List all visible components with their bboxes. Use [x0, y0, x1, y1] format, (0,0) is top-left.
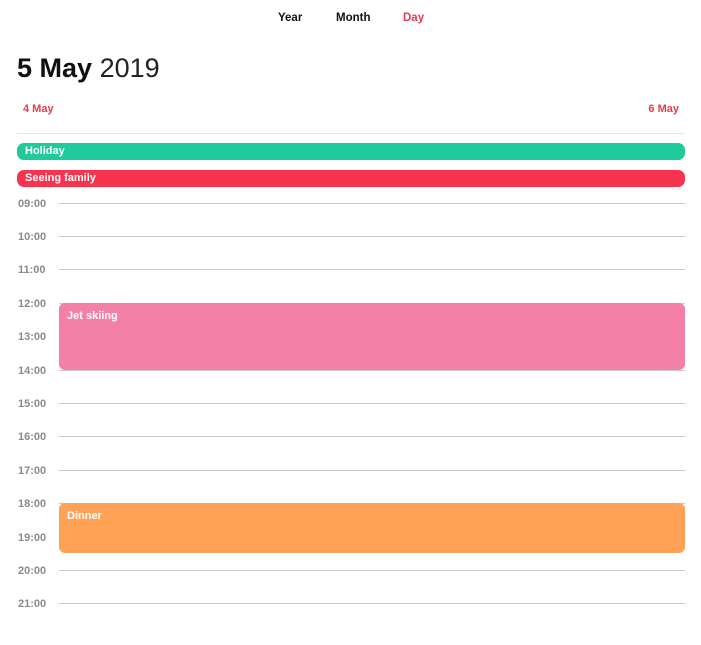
- hour-label: 16:00: [18, 431, 47, 443]
- title-day-month: 5 May: [17, 53, 93, 83]
- tab-year[interactable]: Year: [278, 12, 302, 24]
- hour-label: 11:00: [18, 264, 46, 276]
- hour-label: 12:00: [18, 298, 47, 310]
- all-day-event-holiday[interactable]: Holiday: [17, 143, 685, 160]
- next-day-link[interactable]: 6 May: [648, 103, 679, 115]
- event-title: Dinner: [67, 510, 102, 522]
- all-day-event-seeing-family[interactable]: Seeing family: [17, 170, 685, 187]
- hour-label: 19:00: [18, 532, 47, 544]
- tab-day[interactable]: Day: [403, 12, 424, 24]
- hour-line: [59, 236, 685, 237]
- tab-month[interactable]: Month: [336, 12, 370, 24]
- hour-line: [59, 436, 685, 437]
- event-dinner[interactable]: Dinner: [59, 503, 685, 553]
- hour-line: [59, 603, 685, 604]
- hour-label: 18:00: [18, 498, 47, 510]
- hour-line: [59, 370, 685, 371]
- hour-label: 21:00: [18, 598, 47, 610]
- hour-label: 14:00: [18, 365, 47, 377]
- page-title: 5 May 2019: [17, 52, 160, 84]
- previous-day-link[interactable]: 4 May: [23, 103, 54, 115]
- hour-label: 15:00: [18, 398, 47, 410]
- view-tabs: Year Month Day: [0, 12, 701, 30]
- event-jet-skiing[interactable]: Jet skiing: [59, 303, 685, 370]
- title-year: 2019: [99, 53, 160, 83]
- hour-label: 17:00: [18, 465, 47, 477]
- hour-line: [59, 570, 685, 571]
- hour-label: 09:00: [18, 198, 47, 210]
- event-title: Jet skiing: [67, 310, 118, 322]
- header-divider: [17, 133, 685, 134]
- hour-label: 13:00: [18, 331, 47, 343]
- hour-label: 10:00: [18, 231, 47, 243]
- hour-line: [59, 470, 685, 471]
- hour-line: [59, 403, 685, 404]
- hour-line: [59, 269, 685, 270]
- hour-label: 20:00: [18, 565, 47, 577]
- hour-line: [59, 203, 685, 204]
